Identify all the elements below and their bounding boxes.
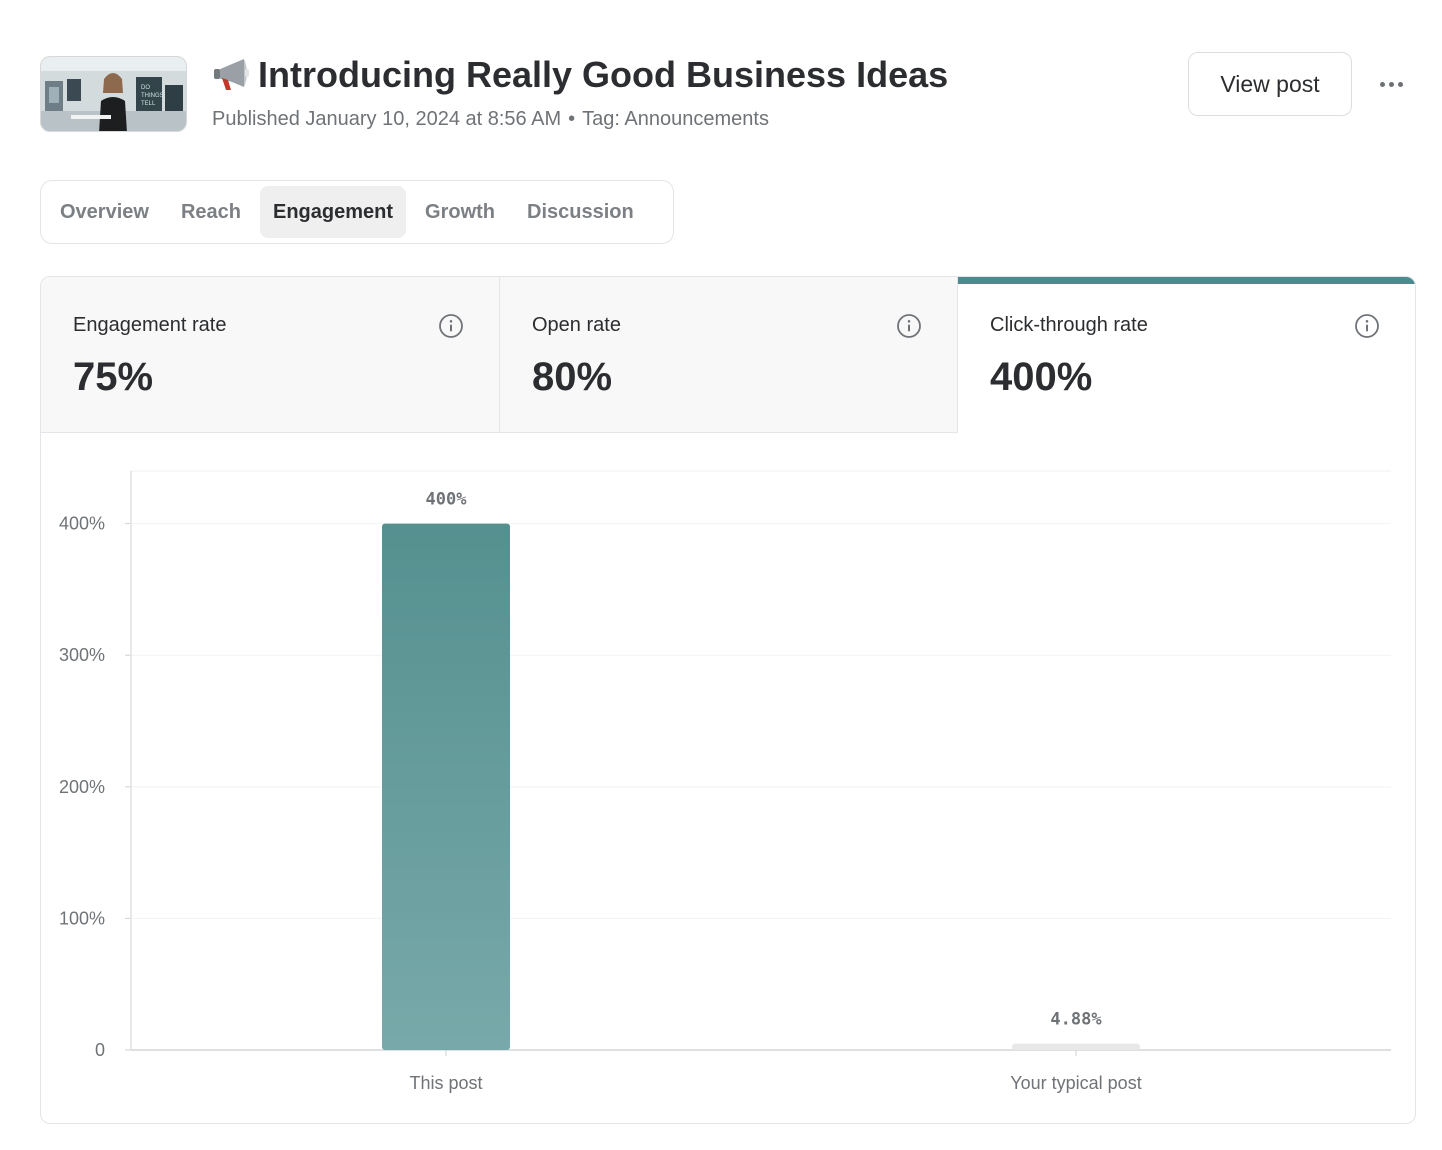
y-tick-label: 0 [95, 1040, 105, 1060]
y-tick-label: 400% [59, 514, 105, 534]
post-title-text: Introducing Really Good Business Ideas [258, 54, 949, 95]
tab-reach[interactable]: Reach [168, 186, 254, 238]
y-tick-label: 300% [59, 645, 105, 665]
svg-text:THINGS: THINGS [141, 93, 164, 99]
y-tick-label: 100% [59, 908, 105, 928]
tab-engagement[interactable]: Engagement [259, 186, 407, 238]
post-tag[interactable]: Tag: Announcements [582, 108, 769, 130]
bar-value-label: 400% [426, 490, 468, 510]
post-meta: Published January 10, 2024 at 8:56 AM • Ta… [212, 108, 948, 131]
more-dot [1388, 81, 1394, 87]
post-thumbnail[interactable]: DO THINGS TELL [40, 56, 187, 132]
x-tick-label: Your typical post [1010, 1073, 1141, 1093]
post-header: DO THINGS TELL Introducing Really Good B… [40, 52, 1416, 136]
more-dot [1379, 81, 1385, 87]
bar-typical-post [1012, 1043, 1140, 1050]
view-post-button[interactable]: View post [1188, 52, 1352, 116]
x-tick-label: This post [409, 1073, 482, 1093]
svg-text:DO: DO [141, 85, 150, 91]
bar-this-post [382, 523, 510, 1050]
bar-value-label: 4.88% [1050, 1010, 1102, 1030]
tab-overview[interactable]: Overview [47, 186, 162, 238]
megaphone-icon [212, 56, 252, 94]
tab-discussion[interactable]: Discussion [514, 186, 647, 238]
more-dot [1397, 81, 1403, 87]
click-through-chart: 0 100% 200% 300% 400% 400% This post 4.88% Your … [59, 470, 1391, 1093]
published-date: Published January 10, 2024 at 8:56 AM [212, 108, 562, 130]
meta-separator: • [568, 108, 576, 130]
post-title: Introducing Really Good Business Ideas [212, 52, 948, 98]
analytics-tabs: Overview Reach Engagement Growth Discuss… [40, 180, 674, 244]
more-options-icon[interactable] [1370, 68, 1412, 100]
tab-growth[interactable]: Growth [412, 186, 508, 238]
engagement-card: Engagement rate 75% Open rate 80% Click-… [40, 276, 1416, 1124]
y-tick-label: 200% [59, 777, 105, 797]
svg-text:TELL: TELL [141, 101, 156, 107]
post-title-block: Introducing Really Good Business Ideas P… [212, 52, 948, 131]
